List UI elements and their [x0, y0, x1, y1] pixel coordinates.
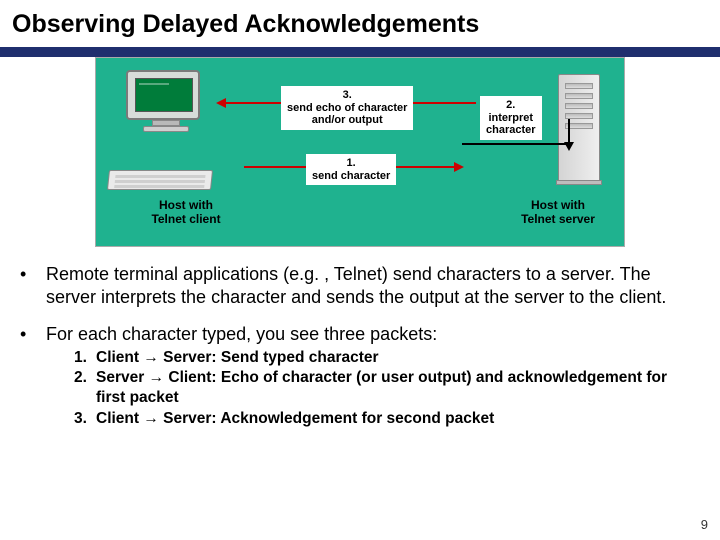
caption-server: Host with Telnet server: [508, 198, 608, 227]
caption-client: Host with Telnet client: [132, 198, 240, 227]
bullet-1-text: Remote terminal applications (e.g. , Tel…: [46, 263, 678, 309]
list-item: 1. Client → Server: Send typed character: [74, 348, 678, 368]
client-monitor-icon: [126, 70, 206, 134]
numbered-list: 1. Client → Server: Send typed character…: [74, 348, 678, 429]
step1-text: send character: [312, 170, 390, 182]
bullet-dot-icon: •: [20, 263, 46, 309]
page-number: 9: [701, 517, 708, 532]
caption-server-l2: Telnet server: [521, 212, 595, 226]
arrow-step2-v: [568, 119, 570, 143]
bullet-2: • For each character typed, you see thre…: [20, 323, 678, 346]
telnet-diagram: 3. send echo of character and/or output …: [95, 57, 625, 247]
arrow-step2-head: [564, 142, 574, 151]
slide-body: • Remote terminal applications (e.g. , T…: [0, 247, 720, 429]
caption-client-l2: Telnet client: [151, 212, 220, 226]
caption-client-l1: Host with: [159, 198, 213, 212]
item-text: Server → Client: Echo of character (or u…: [96, 368, 678, 408]
title-underline: [0, 47, 720, 57]
diagram-wrap: 3. send echo of character and/or output …: [0, 57, 720, 247]
bullet-2-text: For each character typed, you see three …: [46, 323, 437, 346]
step3-l1: send echo of character: [287, 102, 407, 114]
item-text: Client → Server: Acknowledgement for sec…: [96, 409, 494, 429]
step1-num: 1.: [347, 157, 356, 169]
caption-server-l1: Host with: [531, 198, 585, 212]
step2-l1: interpret: [488, 112, 533, 124]
arrow-step2-h: [462, 143, 568, 145]
bullet-1: • Remote terminal applications (e.g. , T…: [20, 263, 678, 309]
diagram-label-step1: 1. send character: [306, 154, 396, 185]
item-num: 3.: [74, 409, 96, 429]
slide-title: Observing Delayed Acknowledgements: [0, 0, 720, 43]
bullet-dot-icon: •: [20, 323, 46, 346]
list-item: 3. Client → Server: Acknowledgement for …: [74, 409, 678, 429]
item-num: 2.: [74, 368, 96, 408]
client-keyboard-icon: [107, 170, 213, 190]
item-text: Client → Server: Send typed character: [96, 348, 379, 368]
step3-l2: and/or output: [312, 114, 383, 126]
list-item: 2. Server → Client: Echo of character (o…: [74, 368, 678, 408]
step2-num: 2.: [506, 99, 515, 111]
diagram-label-step3: 3. send echo of character and/or output: [281, 86, 413, 130]
item-num: 1.: [74, 348, 96, 368]
step2-l2: character: [486, 124, 536, 136]
diagram-label-step2: 2. interpret character: [480, 96, 542, 140]
server-tower-icon: [558, 74, 600, 182]
step3-num: 3.: [343, 89, 352, 101]
